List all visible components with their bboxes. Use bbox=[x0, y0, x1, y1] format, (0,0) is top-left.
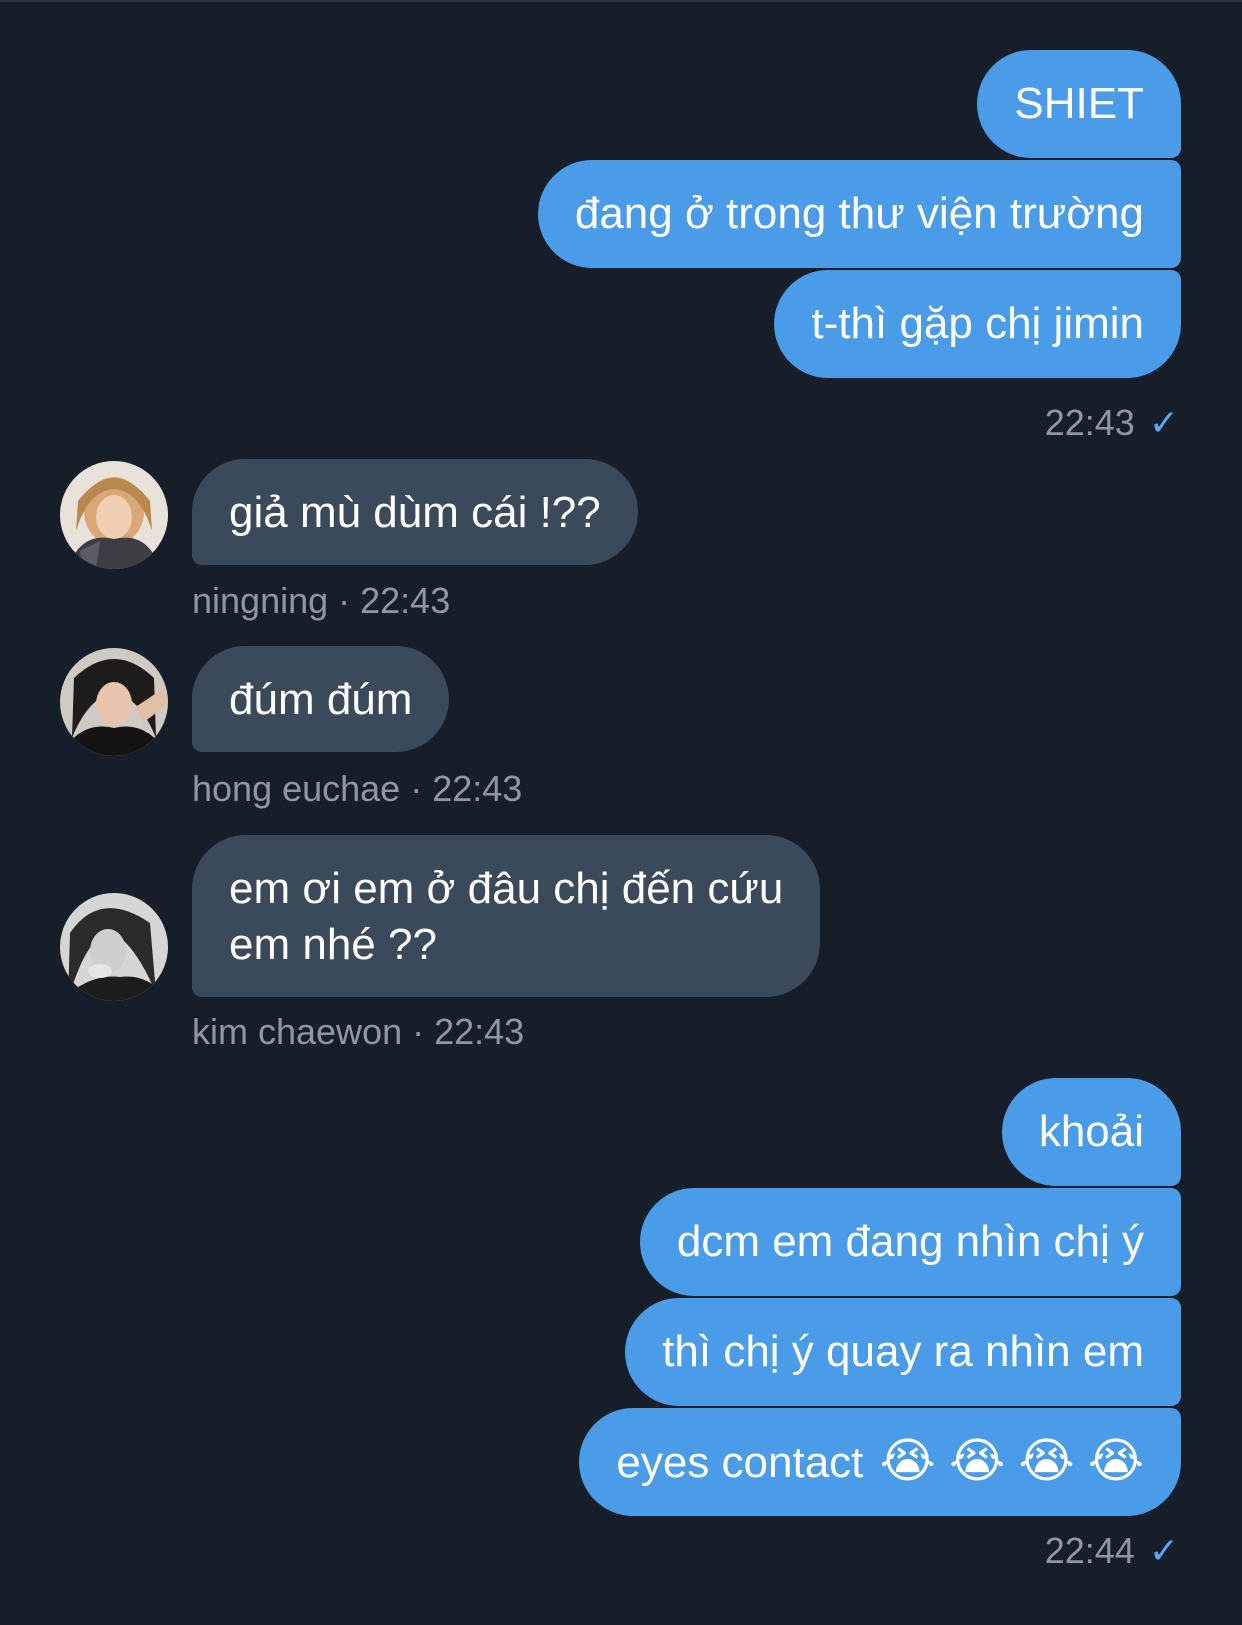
message-text: SHIET bbox=[1014, 79, 1144, 128]
message-text-line: em ơi em ở đâu chị đến cứu bbox=[229, 864, 784, 913]
avatar[interactable] bbox=[60, 461, 168, 569]
message-text: khoải bbox=[1038, 1107, 1144, 1156]
message-meta: kim chaewon · 22:43 bbox=[192, 1011, 524, 1053]
avatar[interactable] bbox=[60, 893, 168, 1001]
outgoing-message[interactable]: đang ở trong thư viện trường bbox=[537, 160, 1181, 268]
outgoing-message[interactable]: SHIET bbox=[977, 50, 1181, 158]
meta-separator: · bbox=[402, 1011, 435, 1052]
time-text: 22:43 bbox=[1044, 402, 1135, 443]
message-text: t-thì gặp chị jimin bbox=[811, 299, 1144, 348]
crying-face-emoji-icon: 😭 😭 😭 😭 bbox=[879, 1435, 1144, 1488]
outgoing-message[interactable]: eyes contact 😭 😭 😭 😭 bbox=[579, 1408, 1181, 1516]
outgoing-message[interactable]: dcm em đang nhìn chị ý bbox=[639, 1188, 1181, 1296]
message-text: đang ở trong thư viện trường bbox=[574, 189, 1144, 238]
meta-separator: · bbox=[400, 768, 433, 809]
message-timestamp: 22:44 ✓ bbox=[1045, 1530, 1179, 1572]
message-timestamp: 22:43 ✓ bbox=[1045, 402, 1179, 444]
message-text: giả mù dùm cái !?? bbox=[229, 488, 601, 537]
outgoing-message[interactable]: t-thì gặp chị jimin bbox=[774, 270, 1181, 378]
time-text: 22:44 bbox=[1044, 1530, 1135, 1571]
message-meta: hong euchae · 22:43 bbox=[192, 768, 522, 810]
outgoing-message[interactable]: thì chị ý quay ra nhìn em bbox=[625, 1298, 1181, 1406]
read-check-icon: ✓ bbox=[1148, 1530, 1179, 1571]
message-text-line: em nhé ?? bbox=[229, 920, 437, 969]
top-divider bbox=[0, 0, 1242, 2]
message-meta: ningning · 22:43 bbox=[192, 580, 450, 622]
time-text: 22:43 bbox=[434, 1011, 525, 1052]
sender-name: ningning bbox=[192, 580, 329, 621]
sender-name: kim chaewon bbox=[192, 1011, 403, 1052]
read-check-icon: ✓ bbox=[1148, 402, 1179, 443]
message-text: thì chị ý quay ra nhìn em bbox=[662, 1327, 1144, 1376]
time-text: 22:43 bbox=[360, 580, 451, 621]
incoming-message[interactable]: em ơi em ở đâu chị đến cứu em nhé ?? bbox=[192, 835, 821, 997]
message-text: eyes contact bbox=[616, 1438, 864, 1487]
incoming-message[interactable]: giả mù dùm cái !?? bbox=[192, 459, 638, 565]
meta-separator: · bbox=[328, 580, 361, 621]
avatar[interactable] bbox=[60, 648, 168, 756]
sender-name: hong euchae bbox=[192, 768, 401, 809]
message-text: đúm đúm bbox=[229, 675, 413, 724]
outgoing-message[interactable]: khoải bbox=[1001, 1078, 1181, 1186]
time-text: 22:43 bbox=[432, 768, 523, 809]
incoming-message[interactable]: đúm đúm bbox=[192, 646, 450, 752]
message-text: dcm em đang nhìn chị ý bbox=[676, 1217, 1144, 1266]
